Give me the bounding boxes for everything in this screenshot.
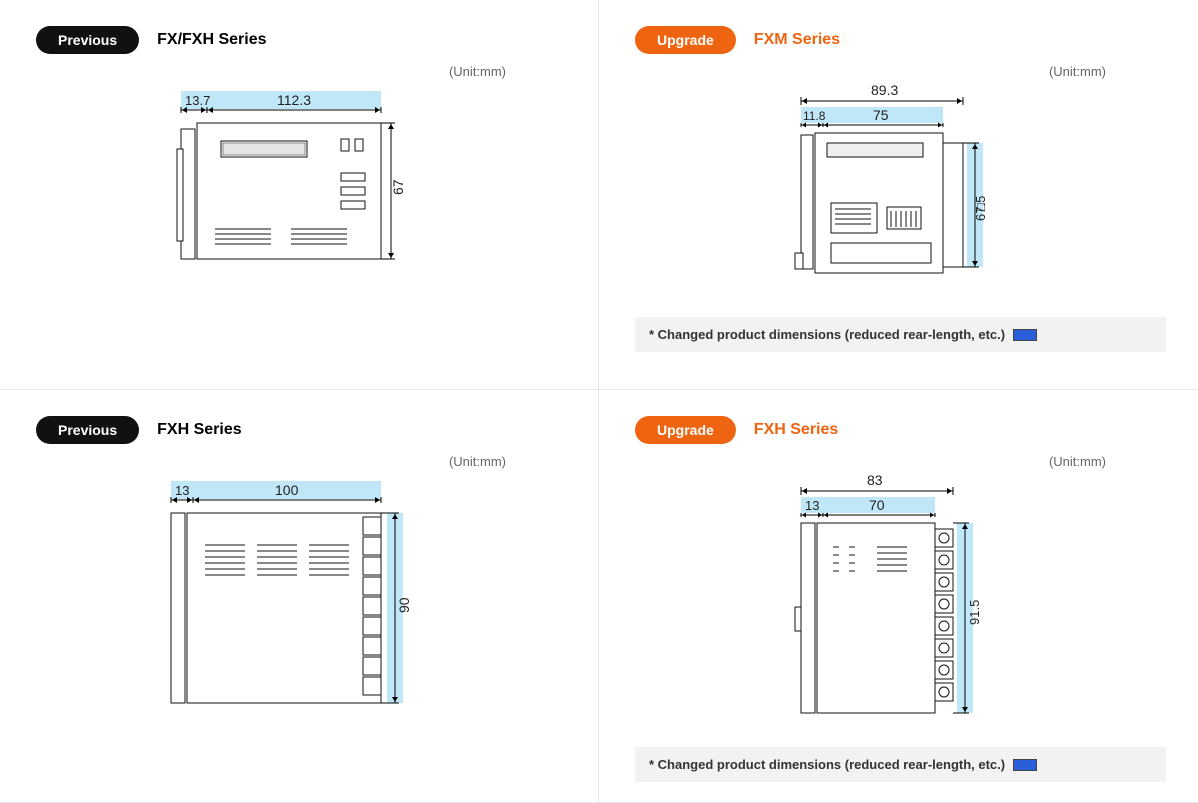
change-note: * Changed product dimensions (reduced re… xyxy=(635,317,1166,352)
drawing-fxm: 89.3 11.8 75 xyxy=(635,83,1166,303)
dim-depth: 100 xyxy=(275,482,299,498)
change-note: * Changed product dimensions (reduced re… xyxy=(635,747,1166,782)
series-title: FXH Series xyxy=(754,421,838,439)
dim-height: 67.5 xyxy=(973,196,988,221)
highlight-swatch-icon xyxy=(1013,759,1037,771)
dim-depth: 70 xyxy=(869,497,885,513)
series-title: FXM Series xyxy=(754,31,840,49)
dim-height: 91.5 xyxy=(967,600,982,625)
comparison-grid: Previous FX/FXH Series (Unit:mm) 13.7 11… xyxy=(0,0,1198,803)
drawing-fxh-prev: 13 100 90 xyxy=(36,473,566,733)
note-text: * Changed product dimensions (reduced re… xyxy=(649,757,1005,772)
badge-previous: Previous xyxy=(36,416,139,444)
panel-prev-fxh: Previous FXH Series (Unit:mm) 13 100 xyxy=(0,390,599,803)
drawing-fxh-up: 83 13 70 xyxy=(635,473,1166,733)
badge-upgrade: Upgrade xyxy=(635,26,736,54)
dim-front: 11.8 xyxy=(803,109,826,123)
dim-height: 67 xyxy=(390,179,406,195)
dim-front: 13.7 xyxy=(185,93,210,108)
unit-label: (Unit:mm) xyxy=(36,454,566,469)
panel-up-fxm: Upgrade FXM Series (Unit:mm) 89.3 11.8 7… xyxy=(599,0,1198,390)
badge-previous: Previous xyxy=(36,26,139,54)
panel-prev-fx-fxh: Previous FX/FXH Series (Unit:mm) 13.7 11… xyxy=(0,0,599,390)
highlight-swatch-icon xyxy=(1013,329,1037,341)
dim-front: 13 xyxy=(805,498,819,513)
note-text: * Changed product dimensions (reduced re… xyxy=(649,327,1005,342)
unit-label: (Unit:mm) xyxy=(635,64,1166,79)
dim-total: 83 xyxy=(867,473,883,488)
dim-height: 90 xyxy=(396,597,412,613)
series-title: FX/FXH Series xyxy=(157,31,266,49)
unit-label: (Unit:mm) xyxy=(635,454,1166,469)
panel-up-fxh: Upgrade FXH Series (Unit:mm) 83 13 70 xyxy=(599,390,1198,803)
dim-front: 13 xyxy=(175,483,189,498)
dim-depth: 112.3 xyxy=(277,92,311,108)
badge-upgrade: Upgrade xyxy=(635,416,736,444)
dim-total: 89.3 xyxy=(871,83,898,98)
drawing-fx-fxh: 13.7 112.3 67 xyxy=(36,83,566,303)
series-title: FXH Series xyxy=(157,421,241,439)
dim-depth: 75 xyxy=(873,107,889,123)
unit-label: (Unit:mm) xyxy=(36,64,566,79)
